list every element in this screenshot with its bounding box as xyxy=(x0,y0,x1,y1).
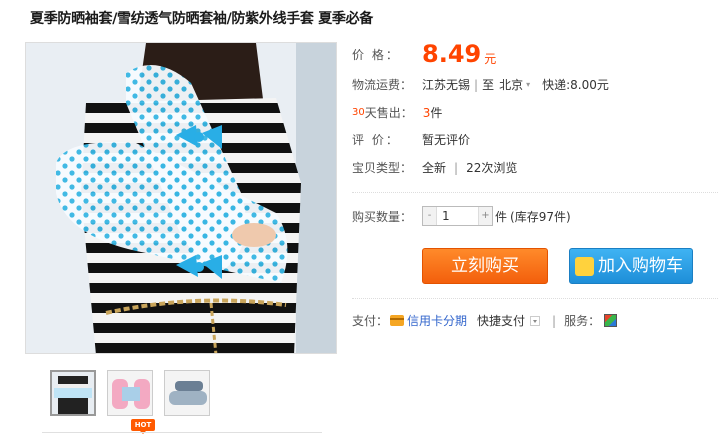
ship-from: 江苏无锡 xyxy=(422,78,471,92)
rating-row: 评 价： 暂无评价 xyxy=(352,131,470,148)
section-divider xyxy=(352,192,718,193)
buy-now-button[interactable]: 立刻购买 xyxy=(422,248,548,284)
credit-installment-link[interactable]: 信用卡分期 xyxy=(407,312,467,329)
quantity-decrease-button[interactable]: - xyxy=(423,207,436,225)
quantity-input[interactable] xyxy=(436,207,479,225)
thumbnail-1[interactable] xyxy=(50,370,96,416)
sales-label: 天售出： xyxy=(364,106,413,120)
service-guarantee-icon[interactable] xyxy=(604,314,618,327)
divider xyxy=(42,432,322,433)
price-label: 价 格： xyxy=(352,47,400,62)
item-views: 22次浏览 xyxy=(466,161,518,175)
payment-label: 支付： xyxy=(352,314,389,328)
quantity-label: 购买数量： xyxy=(352,209,413,224)
main-product-image[interactable] xyxy=(25,42,337,354)
item-condition: 全新 xyxy=(422,161,447,175)
section-divider xyxy=(352,298,718,299)
thumbnail-2[interactable] xyxy=(107,370,153,416)
quantity-row: 购买数量： - + 件 (库存97件) xyxy=(352,206,571,226)
thumbnail-list xyxy=(50,370,210,416)
item-type-divider: | xyxy=(454,160,459,175)
quantity-unit: 件 xyxy=(495,209,508,224)
chevron-down-icon[interactable] xyxy=(530,315,541,326)
sales-row: 30 天售出： 3 件 xyxy=(352,104,442,121)
sales-count: 3 xyxy=(422,105,431,120)
thumbnail-3[interactable] xyxy=(164,370,210,416)
credit-card-icon xyxy=(390,315,405,326)
shipping-label: 物流运费： xyxy=(352,78,413,92)
price-unit: 元 xyxy=(484,51,497,66)
price-value: 8.49 xyxy=(422,40,482,68)
rating-label: 评 价： xyxy=(352,133,400,147)
add-to-cart-label: 加入购物车 xyxy=(598,256,683,276)
quantity-increase-button[interactable]: + xyxy=(479,207,492,225)
payment-divider: | xyxy=(552,313,557,328)
shipping-row: 物流运费： 江苏无锡 | 至 北京 ▾ 快递: 8.00元 xyxy=(352,76,609,93)
price-row: 价 格： 8.49 元 xyxy=(352,40,496,68)
sales-count-unit: 件 xyxy=(430,106,443,120)
ship-divider: | xyxy=(474,77,479,92)
payment-row: 支付： 信用卡分期 快捷支付 | 服务： xyxy=(352,312,618,329)
express-label: 快递: xyxy=(542,78,571,92)
stock-count: (库存97件) xyxy=(510,209,571,224)
quick-pay-link[interactable]: 快捷支付 xyxy=(477,312,525,329)
chevron-down-icon[interactable]: ▾ xyxy=(526,80,530,89)
service-label: 服务： xyxy=(564,314,601,328)
cart-icon xyxy=(575,257,594,276)
hot-badge: HOT xyxy=(131,419,155,434)
rating-value: 暂无评价 xyxy=(422,133,471,147)
item-type-label: 宝贝类型： xyxy=(352,161,413,175)
ship-to-location[interactable]: 北京 xyxy=(499,76,523,93)
product-title: 夏季防晒袖套/雪纺透气防晒套袖/防紫外线手套 夏季必备 xyxy=(30,11,373,27)
ship-to-prefix: 至 xyxy=(482,78,495,92)
item-type-row: 宝贝类型： 全新 | 22次浏览 xyxy=(352,159,517,176)
express-value: 8.00元 xyxy=(570,78,609,92)
quantity-stepper: - + xyxy=(422,206,493,226)
add-to-cart-button[interactable]: 加入购物车 xyxy=(569,248,693,284)
sales-days: 30 xyxy=(352,107,365,118)
